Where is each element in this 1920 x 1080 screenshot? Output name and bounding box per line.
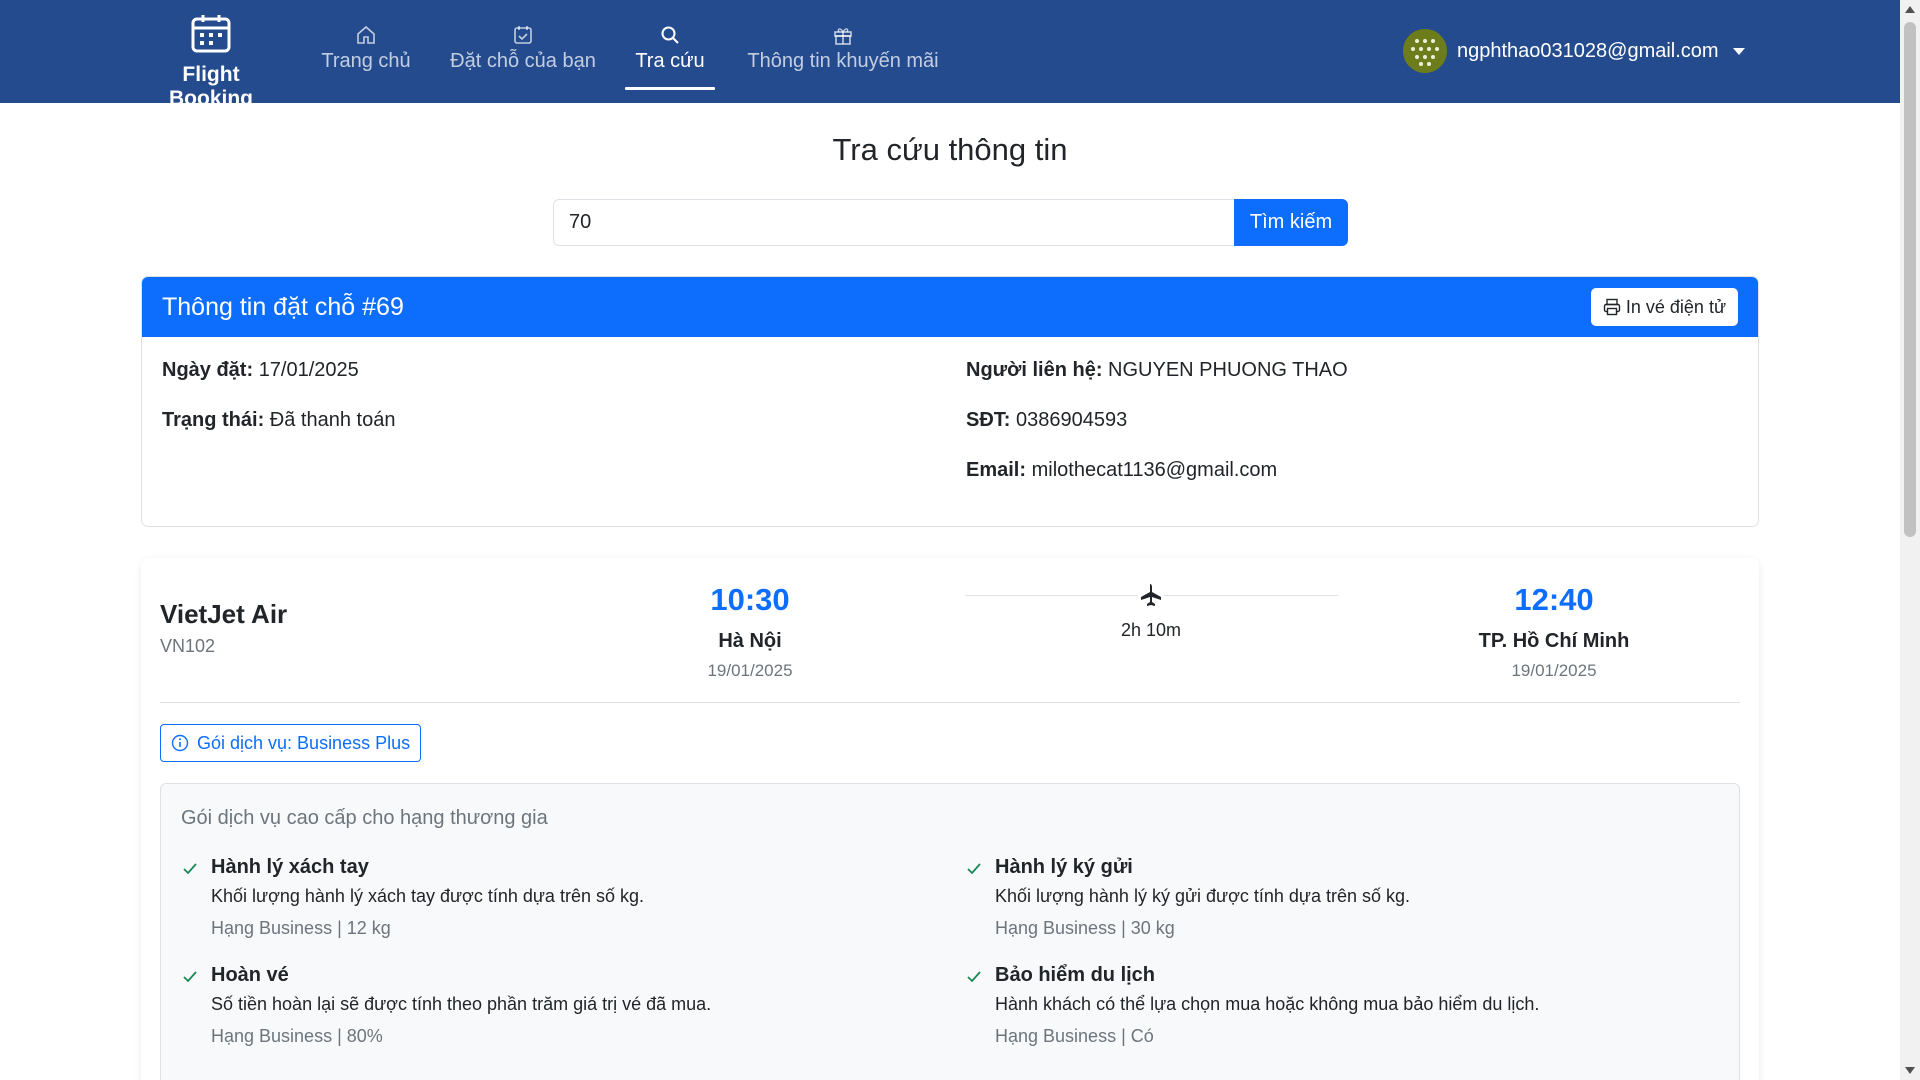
package-details: Gói dịch vụ cao cấp cho hạng thương gia …	[160, 783, 1740, 1080]
nav-lookup[interactable]: Tra cứu	[625, 20, 715, 90]
booking-title: Thông tin đặt chỗ #69	[162, 292, 404, 321]
brand-text: Flight Booking	[169, 63, 253, 110]
user-menu[interactable]: ngphthao031028@gmail.com	[1403, 28, 1745, 74]
print-ticket-label: In vé điện tử	[1625, 296, 1726, 317]
home-icon	[357, 25, 375, 44]
check-icon	[967, 863, 981, 875]
departure-time: 10:30	[710, 582, 790, 617]
nav-my-bookings-label: Đặt chỗ của bạn	[450, 50, 596, 72]
avatar	[1403, 29, 1447, 73]
check-icon	[967, 971, 981, 983]
nav-promotions-label: Thông tin khuyến mãi	[747, 50, 939, 72]
arrival-block: 12:40 TP. Hồ Chí Minh 19/01/2025	[1424, 582, 1684, 681]
booking-date-label: Ngày đặt:	[162, 359, 254, 381]
brand-link[interactable]: Flight Booking	[138, 14, 284, 111]
booking-info-card: Thông tin đặt chỗ #69 In vé điện tử Ngày…	[141, 276, 1759, 527]
navbar: Flight Booking Trang chủ Đặt chỗ của bạn…	[0, 0, 1900, 110]
arrival-city: TP. Hồ Chí Minh	[1478, 630, 1630, 652]
scrollbar-thumb[interactable]	[1904, 22, 1916, 537]
booking-phone-value: 0386904593	[1016, 409, 1128, 431]
calendar-check-icon	[514, 26, 532, 44]
feature-description: Khối lượng hành lý ký gửi được tính dựa …	[995, 886, 1411, 906]
user-email: ngphthao031028@gmail.com	[1457, 39, 1719, 62]
nav-home-label: Trang chủ	[321, 50, 411, 72]
nav-promotions[interactable]: Thông tin khuyến mãi	[745, 20, 941, 90]
feature-title: Bảo hiểm du lịch	[995, 964, 1156, 986]
booking-email: Email: milothecat1136@gmail.com	[966, 459, 1277, 482]
page-scrollbar[interactable]	[1900, 0, 1920, 1080]
feature-travel-insurance: Bảo hiểm du lịch Hành khách có thể lựa c…	[965, 964, 1725, 1054]
feature-meta: Hạng Business | 30 kg	[995, 918, 1175, 938]
booking-status: Trạng thái: Đã thanh toán	[162, 409, 395, 432]
booking-email-value: milothecat1136@gmail.com	[1031, 459, 1278, 481]
feature-description: Hành khách có thể lựa chọn mua hoặc khôn…	[995, 994, 1540, 1014]
booking-contact: Người liên hệ: NGUYEN PHUONG THAO	[966, 359, 1348, 382]
scroll-down-arrow-icon[interactable]	[1905, 1067, 1915, 1074]
airline-name: VietJet Air	[160, 599, 288, 629]
booking-status-label: Trạng thái:	[162, 409, 265, 431]
flight-number: VN102	[160, 636, 216, 656]
feature-checked-baggage: Hành lý ký gửi Khối lượng hành lý ký gửi…	[965, 856, 1725, 946]
flight-card: VietJet Air VN102 10:30 Hà Nội 19/01/202…	[141, 558, 1759, 1080]
booking-header: Thông tin đặt chỗ #69 In vé điện tử	[142, 277, 1758, 337]
service-package-label: Gói dịch vụ: Business Plus	[197, 732, 411, 753]
booking-date-value: 17/01/2025	[258, 359, 359, 381]
package-description: Gói dịch vụ cao cấp cho hạng thương gia	[181, 807, 548, 829]
check-icon	[183, 863, 197, 875]
booking-date: Ngày đặt: 17/01/2025	[162, 359, 359, 382]
feature-meta: Hạng Business | Có	[995, 1026, 1154, 1046]
booking-status-value: Đã thanh toán	[269, 409, 396, 431]
scroll-up-arrow-icon[interactable]	[1905, 6, 1915, 13]
feature-carry-on: Hành lý xách tay Khối lượng hành lý xách…	[181, 856, 941, 946]
feature-refund: Hoàn vé Số tiền hoàn lại sẽ được tính th…	[181, 964, 941, 1054]
search-icon	[661, 26, 679, 44]
feature-meta: Hạng Business | 80%	[211, 1026, 383, 1046]
feature-title: Hành lý xách tay	[211, 856, 369, 878]
nav-my-bookings[interactable]: Đặt chỗ của bạn	[449, 20, 597, 90]
feature-description: Số tiền hoàn lại sẽ được tính theo phần …	[211, 994, 712, 1014]
booking-phone-label: SĐT:	[966, 409, 1011, 431]
search-input[interactable]	[553, 199, 1235, 246]
print-ticket-button[interactable]: In vé điện tử	[1590, 288, 1738, 326]
flight-divider	[160, 702, 1740, 703]
feature-meta: Hạng Business | 12 kg	[211, 918, 391, 938]
calendar-logo-icon	[191, 15, 231, 53]
service-package-badge[interactable]: Gói dịch vụ: Business Plus	[160, 724, 422, 762]
booking-contact-value: NGUYEN PHUONG THAO	[1108, 359, 1348, 381]
departure-city: Hà Nội	[718, 630, 782, 652]
departure-block: 10:30 Hà Nội 19/01/2025	[620, 582, 880, 681]
gift-icon	[834, 28, 852, 45]
feature-description: Khối lượng hành lý xách tay được tính dự…	[211, 886, 644, 906]
flight-duration: 2h 10m	[1120, 620, 1182, 640]
arrival-date: 19/01/2025	[1511, 661, 1597, 680]
booking-contact-label: Người liên hệ:	[966, 359, 1103, 381]
printer-icon	[1603, 298, 1621, 316]
check-icon	[183, 971, 197, 983]
caret-down-icon	[1732, 47, 1745, 55]
search-button[interactable]: Tìm kiếm	[1234, 199, 1348, 246]
feature-title: Hoàn vé	[211, 964, 289, 986]
arrival-time: 12:40	[1514, 582, 1594, 617]
departure-date: 19/01/2025	[707, 661, 793, 680]
feature-title: Hành lý ký gửi	[995, 856, 1133, 878]
page-title: Tra cứu thông tin	[832, 132, 1068, 167]
nav-home[interactable]: Trang chủ	[320, 20, 412, 90]
info-icon	[171, 734, 189, 752]
airplane-icon	[1138, 582, 1164, 608]
nav-lookup-label: Tra cứu	[635, 50, 705, 72]
booking-email-label: Email:	[966, 459, 1027, 481]
booking-phone: SĐT: 0386904593	[966, 409, 1127, 432]
